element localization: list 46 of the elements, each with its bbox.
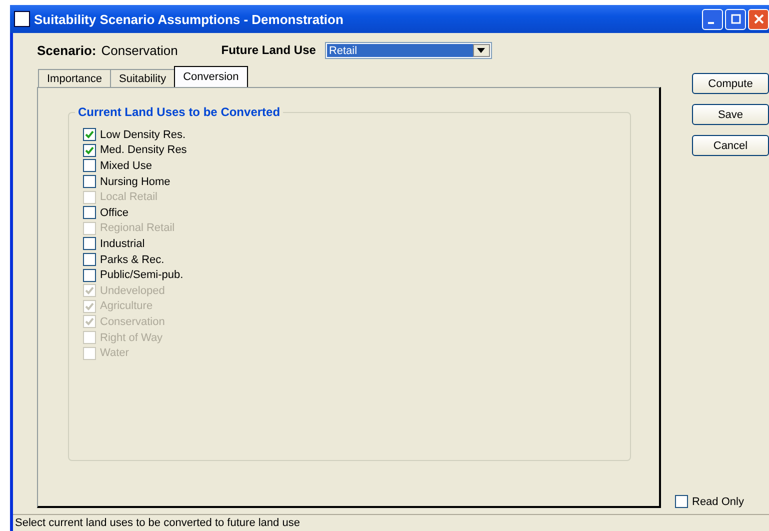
tab[interactable]: Importance [38,69,112,87]
checkbox-label: Undeveloped [100,284,165,297]
dialog-button[interactable]: Compute [692,73,769,94]
group-title: Current Land Uses to be Converted [75,105,284,119]
scenario-label: Scenario: [37,42,96,58]
checkbox[interactable] [83,159,96,172]
caret-icon [477,48,486,52]
checkbox-label: Agriculture [100,300,153,312]
checkbox-label: Local Retail [100,191,158,204]
checkbox-label: Mixed Use [100,160,152,172]
dialog-button[interactable]: Cancel [692,135,769,156]
window-title: Suitability Scenario Assumptions - Demonstration [34,12,344,26]
checkbox-label: Nursing Home [100,176,170,188]
checkbox-label: Office [100,206,129,219]
maximize-icon [730,14,740,24]
checkbox-label: Low Density Res. [100,128,186,141]
tab[interactable]: Suitability [110,69,176,87]
checkbox-label: Conservation [100,316,165,328]
checkbox[interactable] [83,128,96,142]
tab[interactable]: Conversion [174,66,248,87]
close-button[interactable] [748,8,769,30]
checkbox-label: Regional Retail [100,222,175,234]
close-icon [754,14,764,24]
maximize-button[interactable] [725,8,746,30]
read-only-checkbox[interactable] [675,495,688,508]
checkbox[interactable] [83,144,96,157]
checkbox-label: Public/Semi-pub. [100,269,184,282]
dialog-button[interactable]: Save [692,104,769,125]
read-only-label: Read Only [692,496,744,508]
app-logo-icon [14,11,30,27]
checkbox-label: Industrial [100,238,145,250]
checkbox[interactable] [83,237,96,250]
future-land-use-label: Future Land Use [221,43,316,57]
checkbox[interactable] [83,268,96,282]
checkbox[interactable] [83,175,96,188]
checkbox[interactable] [83,206,96,220]
checkbox-label: Parks & Rec. [100,254,164,266]
checkbox-label: Water [100,347,129,360]
minimize-icon [708,22,714,24]
checkbox[interactable] [83,253,96,266]
future-land-use-dropdown[interactable]: Retail [324,42,492,58]
status-bar: Select current land uses to be converted to future land use [13,514,769,531]
checkbox-label: Right of Way [100,332,163,344]
checkbox-label: Med. Density Res [100,144,187,156]
minimize-button[interactable] [702,8,723,30]
scenario-value: Conservation [101,42,179,58]
